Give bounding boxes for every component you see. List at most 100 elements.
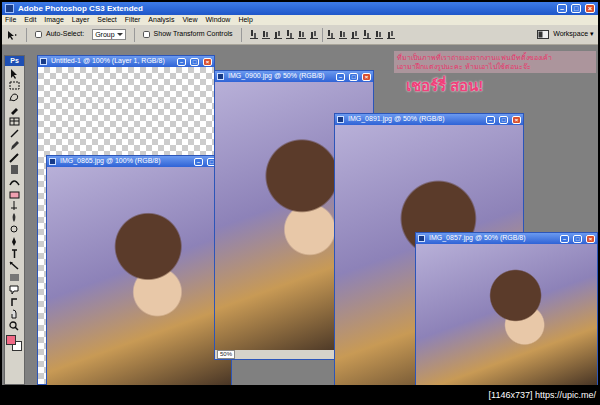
image-size-url: [1146x737] https://upic.me/ [489, 389, 596, 403]
menu-item[interactable]: Filter [125, 15, 141, 25]
align-icon[interactable] [310, 30, 318, 39]
caption-line: ที่มาเป็นภาพที่เราถ่ายเองจากงานแฟนมีทติ้… [397, 53, 593, 62]
caption-line: เอามาฝึกแต่งรูปนะคะ ห้ามเอาไปใช้ต่อนะจ๊ะ [397, 62, 593, 71]
document-title: Untitled-1 @ 100% (Layer 1, RGB/8) [51, 56, 165, 67]
document-title-bar[interactable]: IMG_0857.jpg @ 50% (RGB/8)–□× [416, 233, 597, 244]
move-tool-icon[interactable] [6, 30, 18, 40]
tool-icon[interactable] [8, 164, 21, 175]
minimize-button[interactable]: – [177, 58, 186, 66]
maximize-button[interactable]: □ [573, 235, 582, 243]
document-window[interactable]: IMG_0865.jpg @ 100% (RGB/8)–□× [46, 155, 232, 385]
show-transform[interactable]: Show Transform Controls [143, 29, 233, 40]
minimize-button[interactable]: – [486, 116, 495, 124]
auto-select[interactable]: Auto-Select: [35, 29, 84, 40]
close-button[interactable]: × [362, 73, 371, 81]
window-controls: –□ × [482, 116, 521, 124]
tool-icon[interactable] [8, 92, 21, 103]
auto-select-checkbox[interactable] [35, 31, 42, 38]
minimize-button[interactable]: – [336, 73, 345, 81]
minimize-button[interactable]: – [560, 235, 569, 243]
align-icon[interactable] [250, 30, 258, 39]
close-button[interactable]: × [585, 4, 595, 13]
tools-panel: Ps [4, 55, 25, 385]
align-icon[interactable] [286, 30, 294, 39]
tool-icon[interactable] [8, 320, 21, 331]
workspace-icon[interactable] [537, 30, 549, 40]
auto-select-dropdown[interactable]: Group [92, 29, 125, 40]
menu-item[interactable]: View [182, 15, 197, 25]
align-icon[interactable] [339, 30, 347, 39]
zoom-field[interactable]: 50% [217, 350, 235, 359]
tool-icon[interactable] [8, 308, 21, 319]
document-title: IMG_0891.jpg @ 50% (RGB/8) [348, 114, 445, 125]
menu-item[interactable]: Image [44, 15, 63, 25]
tool-icon[interactable] [8, 80, 21, 91]
align-icon[interactable] [262, 30, 270, 39]
caption-heading: เชอร์รี่ สอน! [394, 73, 596, 95]
workspace-menu[interactable]: Workspace ▾ [537, 29, 594, 40]
menu-item[interactable]: Layer [72, 15, 90, 25]
photoshop-icon [5, 4, 14, 13]
tool-icon[interactable] [8, 152, 21, 163]
tool-icon[interactable] [8, 272, 21, 283]
separator [241, 28, 242, 42]
align-icon[interactable] [327, 30, 335, 39]
align-icon[interactable] [387, 30, 395, 39]
foreground-swatch[interactable] [6, 335, 16, 345]
menu-item[interactable]: Window [205, 15, 230, 25]
document-icon [49, 158, 56, 165]
align-icon[interactable] [274, 30, 282, 39]
tool-icon[interactable] [8, 224, 21, 235]
document-icon [337, 116, 344, 123]
align-icon[interactable] [363, 30, 371, 39]
menu-item[interactable]: File [5, 15, 16, 25]
close-button[interactable]: × [512, 116, 521, 124]
maximize-button[interactable]: □ [499, 116, 508, 124]
close-button[interactable]: × [586, 235, 595, 243]
tool-icon[interactable] [8, 188, 21, 199]
window-controls: –□ × [556, 235, 595, 243]
close-button[interactable]: × [203, 58, 212, 66]
tool-icon[interactable] [8, 68, 21, 79]
document-title-bar[interactable]: Untitled-1 @ 100% (Layer 1, RGB/8) –□ × [38, 56, 214, 67]
maximize-button[interactable]: □ [349, 73, 358, 81]
align-icon[interactable] [375, 30, 383, 39]
tool-icon[interactable] [8, 284, 21, 295]
tool-icon[interactable] [8, 260, 21, 271]
tool-icon[interactable] [8, 296, 21, 307]
maximize-button[interactable]: □ [571, 4, 581, 13]
tool-icon[interactable] [8, 200, 21, 211]
tool-icon[interactable] [8, 212, 21, 223]
tool-icon[interactable] [8, 176, 21, 187]
tool-icon[interactable] [8, 116, 21, 127]
align-icon[interactable] [351, 30, 359, 39]
separator [26, 28, 27, 42]
workspace-label: Workspace ▾ [553, 29, 594, 40]
document-icon [40, 58, 47, 65]
workspace-area: PsUntitled-1 @ 100% (Layer 1, RGB/8)–□×I… [2, 45, 598, 385]
document-title-bar[interactable]: IMG_0900.jpg @ 50% (RGB/8) –□ × [215, 71, 373, 82]
document-icon [418, 235, 425, 242]
document-title: IMG_0900.jpg @ 50% (RGB/8) [228, 71, 325, 82]
document-title-bar[interactable]: IMG_0891.jpg @ 50% (RGB/8) –□ × [335, 114, 523, 125]
separator [322, 28, 323, 42]
align-buttons [250, 28, 395, 42]
tool-icon[interactable] [8, 104, 21, 115]
show-transform-checkbox[interactable] [143, 31, 150, 38]
photoshop-window: Adobe Photoshop CS3 Extended–□×FileEditI… [0, 0, 600, 387]
menu-item[interactable]: Select [97, 15, 116, 25]
window-controls: –□ × [173, 58, 212, 66]
document-title-bar[interactable]: IMG_0865.jpg @ 100% (RGB/8)–□× [47, 156, 231, 167]
menu-item[interactable]: Help [238, 15, 252, 25]
maximize-button[interactable]: □ [190, 58, 199, 66]
tool-icon[interactable] [8, 248, 21, 259]
document-window[interactable]: IMG_0857.jpg @ 50% (RGB/8)–□× [415, 232, 598, 385]
minimize-button[interactable]: – [557, 4, 567, 13]
align-icon[interactable] [298, 30, 306, 39]
tool-icon[interactable] [8, 236, 21, 247]
tool-icon[interactable] [8, 128, 21, 139]
menu-item[interactable]: Edit [24, 15, 36, 25]
tool-icon[interactable] [8, 140, 21, 151]
menu-item[interactable]: Analysis [148, 15, 174, 25]
minimize-button[interactable]: – [194, 158, 203, 166]
